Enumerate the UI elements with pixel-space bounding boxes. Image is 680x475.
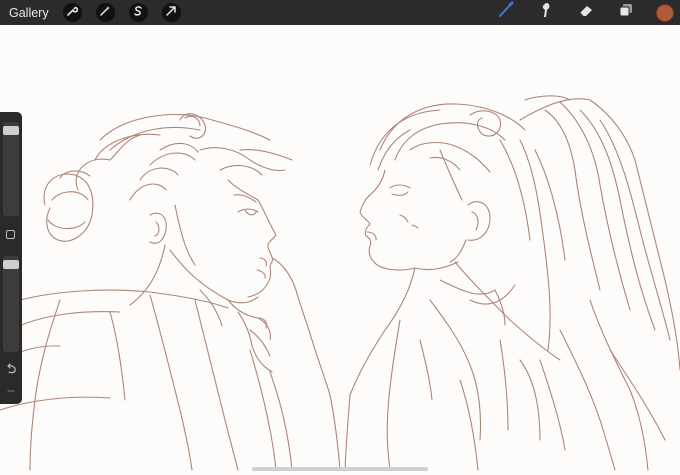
layers-icon: [617, 1, 635, 24]
opacity-slider[interactable]: [3, 256, 19, 352]
wrench-icon: [66, 4, 79, 22]
smudge-button[interactable]: [536, 3, 556, 23]
gallery-button[interactable]: Gallery: [9, 6, 49, 20]
transform-button[interactable]: [161, 3, 181, 22]
adjustments-button[interactable]: [95, 3, 115, 22]
drawing-canvas[interactable]: [0, 25, 680, 475]
selection-button[interactable]: [128, 3, 148, 22]
top-toolbar: Gallery: [0, 0, 680, 25]
magic-wand-icon: [99, 4, 111, 22]
brush-size-thumb[interactable]: [3, 126, 19, 135]
brush-icon: [497, 1, 515, 24]
selection-icon: [132, 4, 144, 22]
eraser-icon: [577, 1, 595, 24]
redo-arrow-icon: [4, 384, 18, 401]
right-tools: [496, 0, 680, 25]
undo-arrow-icon: [4, 362, 18, 379]
modify-button[interactable]: [6, 230, 15, 239]
layers-button[interactable]: [616, 3, 636, 23]
smudge-icon: [537, 1, 555, 24]
color-picker-button[interactable]: [656, 3, 674, 22]
brush-size-slider[interactable]: [3, 122, 19, 216]
brush-button[interactable]: [496, 1, 516, 24]
redo-button[interactable]: [4, 384, 18, 396]
undo-button[interactable]: [4, 362, 18, 374]
brush-sidebar: [0, 112, 22, 404]
transform-arrow-icon: [165, 4, 177, 22]
opacity-thumb[interactable]: [3, 260, 19, 269]
home-indicator: [252, 467, 428, 471]
eraser-button[interactable]: [576, 3, 596, 23]
actions-button[interactable]: [62, 3, 82, 22]
